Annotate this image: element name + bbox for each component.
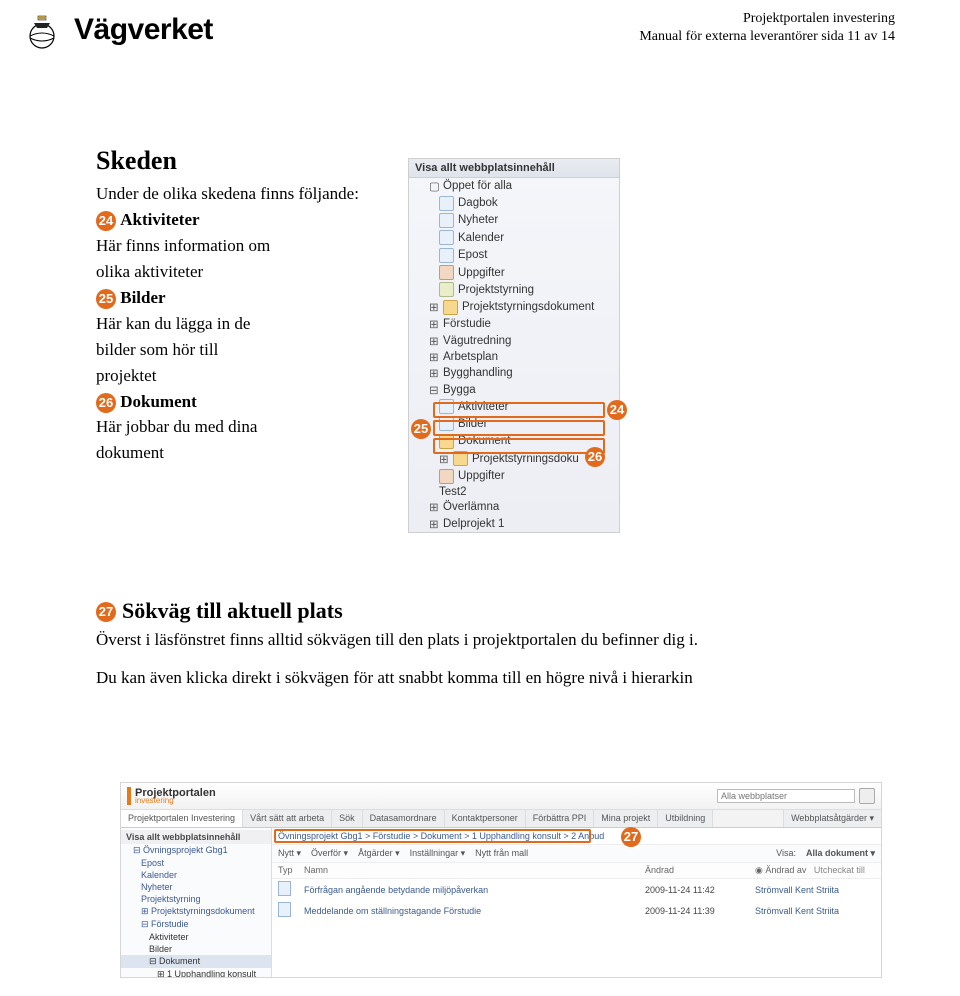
header-line2: Manual för externa leverantörer sida 11 … xyxy=(639,28,895,46)
search-input[interactable] xyxy=(717,789,855,803)
book-icon xyxy=(439,196,454,211)
folder-icon xyxy=(443,300,458,315)
badge-27: 27 xyxy=(96,602,116,622)
section2-p2: Du kan även klicka direkt i sökvägen för… xyxy=(96,666,886,689)
nav-delprojekt1[interactable]: ⊞Delprojekt 1 xyxy=(409,516,619,532)
ql-item[interactable]: ⊞ 1 Upphandling konsult xyxy=(121,968,271,978)
document-icon xyxy=(278,881,291,896)
nav-nyheter[interactable]: Nyheter xyxy=(409,212,619,229)
list-toolbar: Nytt ▾ Överför ▾ Åtgärder ▾ Inställninga… xyxy=(272,845,881,863)
skeden-description: Under de olika skedena finns följande: 2… xyxy=(96,180,386,468)
highlight-breadcrumb xyxy=(274,829,591,843)
toolbar-newfromtemplate[interactable]: Nytt från mall xyxy=(475,848,528,859)
calendar-icon xyxy=(439,230,454,245)
mail-icon xyxy=(439,248,454,263)
ql-item[interactable]: Projektstyrning xyxy=(121,893,271,905)
badge-26: 26 xyxy=(96,393,116,413)
person-icon: ◉ xyxy=(755,865,765,875)
ql-item[interactable]: Kalender xyxy=(121,869,271,881)
top-tabs: Projektportalen Investering Vårt sätt at… xyxy=(121,810,881,828)
site-search[interactable] xyxy=(717,788,875,804)
brand-name: Vägverket xyxy=(74,13,213,47)
task-icon xyxy=(439,265,454,280)
nav-projektstyrningsdokument[interactable]: ⊞Projektstyrningsdokument xyxy=(409,299,619,316)
view-label: Visa: xyxy=(776,848,796,859)
tab-item[interactable]: Datasamordnare xyxy=(363,810,445,827)
portal-brand: Projektportalen investering xyxy=(127,787,216,805)
nav-uppgifter2[interactable]: Uppgifter xyxy=(409,467,619,484)
callout-24-right: 24 xyxy=(607,400,627,420)
nav-bygga[interactable]: ⊟Bygga xyxy=(409,382,619,398)
document-icon xyxy=(278,902,291,917)
nav-test2[interactable]: Test2 xyxy=(409,485,619,499)
highlight-dokument xyxy=(433,438,605,454)
nav-epost[interactable]: Epost xyxy=(409,247,619,264)
nav-oppet-for-alla[interactable]: ▢Öppet för alla xyxy=(409,178,619,194)
badge-25: 25 xyxy=(96,289,116,309)
nav-uppgifter[interactable]: Uppgifter xyxy=(409,264,619,281)
task-icon xyxy=(439,469,454,484)
tab-item[interactable]: Sök xyxy=(332,810,363,827)
toolbar-upload[interactable]: Överför ▾ xyxy=(311,848,348,859)
sharepoint-nav-panel: Visa allt webbplatsinnehåll ▢Öppet för a… xyxy=(408,158,620,533)
nav-kalender[interactable]: Kalender xyxy=(409,229,619,246)
breadcrumb[interactable]: Övningsprojekt Gbg1 > Förstudie > Dokume… xyxy=(272,828,881,845)
toolbar-actions[interactable]: Åtgärder ▾ xyxy=(358,848,400,859)
site-actions-menu[interactable]: Webbplatsåtgärder ▾ xyxy=(783,810,881,827)
ql-item[interactable]: ⊟ Dokument xyxy=(121,955,271,968)
highlight-bilder xyxy=(433,420,605,436)
header-line1: Projektportalen investering xyxy=(639,10,895,28)
doclib-row[interactable]: Meddelande om ställningstagande Förstudi… xyxy=(272,900,881,921)
vagverket-logo-icon xyxy=(20,8,64,52)
page-header-meta: Projektportalen investering Manual för e… xyxy=(639,10,895,46)
toolbar-settings[interactable]: Inställningar ▾ xyxy=(410,848,466,859)
ql-item[interactable]: Aktiviteter xyxy=(121,931,271,943)
nav-arbetsplan[interactable]: ⊞Arbetsplan xyxy=(409,349,619,365)
nav-projektstyrning[interactable]: Projektstyrning xyxy=(409,281,619,298)
tab-item[interactable]: Förbättra PPI xyxy=(526,810,595,827)
ql-item[interactable]: Nyheter xyxy=(121,881,271,893)
doclib-columns: Typ Namn Ändrad ◉ Ändrad av Utcheckat ti… xyxy=(272,863,881,879)
section2-p1: Överst i läsfönstret finns alltid sökväg… xyxy=(96,628,886,651)
ql-item[interactable]: ⊟ Övningsprojekt Gbg1 xyxy=(121,844,271,857)
tab-item[interactable]: Utbildning xyxy=(658,810,713,827)
nav-overlamna[interactable]: ⊞Överlämna xyxy=(409,499,619,515)
tab-item[interactable]: Kontaktpersoner xyxy=(445,810,526,827)
view-selector[interactable]: Alla dokument ▾ xyxy=(806,848,875,859)
tab-item[interactable]: Vårt sätt att arbeta xyxy=(243,810,332,827)
quicklaunch-header[interactable]: Visa allt webbplatsinnehåll xyxy=(121,830,271,844)
nav-forstudie[interactable]: ⊞Förstudie xyxy=(409,316,619,332)
ql-item[interactable]: ⊞ Projektstyrningsdokument xyxy=(121,905,271,918)
nav-vagutredning[interactable]: ⊞Vägutredning xyxy=(409,332,619,348)
nav-title[interactable]: Visa allt webbplatsinnehåll xyxy=(409,159,619,178)
badge-24: 24 xyxy=(96,211,116,231)
search-button[interactable] xyxy=(859,788,875,804)
gear-icon xyxy=(439,282,454,297)
brand-logo: Vägverket xyxy=(20,8,213,52)
nav-bygghandling[interactable]: ⊞Bygghandling xyxy=(409,365,619,381)
ql-item[interactable]: ⊟ Förstudie xyxy=(121,918,271,931)
toolbar-new[interactable]: Nytt ▾ xyxy=(278,848,301,859)
list-icon xyxy=(439,213,454,228)
doclib-row[interactable]: Förfrågan angående betydande miljöpåverk… xyxy=(272,879,881,900)
tab-item[interactable]: Mina projekt xyxy=(594,810,658,827)
callout-25-right: 25 xyxy=(411,419,431,439)
ql-item[interactable]: Bilder xyxy=(121,943,271,955)
ql-item[interactable]: Epost xyxy=(121,857,271,869)
breadcrumb-screenshot: Projektportalen investering Projektporta… xyxy=(120,782,882,978)
tab-item[interactable]: Projektportalen Investering xyxy=(121,810,243,827)
highlight-aktiviteter xyxy=(433,402,605,418)
left-quicklaunch: Visa allt webbplatsinnehåll ⊟ Övningspro… xyxy=(121,828,272,978)
brand-accent-icon xyxy=(127,787,131,805)
section-heading-sokvag: Sökväg till aktuell plats xyxy=(122,596,343,626)
callout-27: 27 xyxy=(621,827,641,847)
callout-26-right: 26 xyxy=(585,447,605,467)
nav-dagbok[interactable]: Dagbok xyxy=(409,194,619,211)
